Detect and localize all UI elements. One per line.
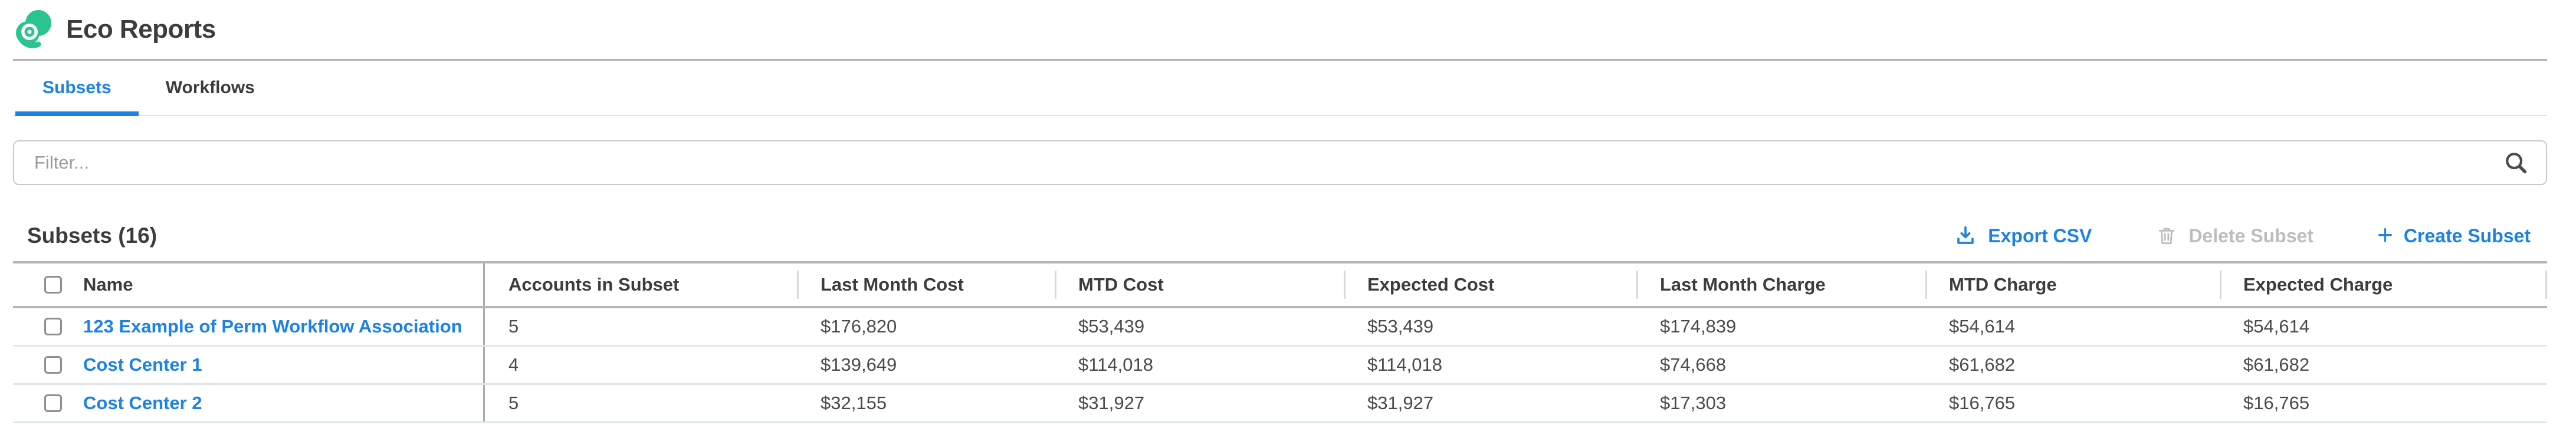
create-subset-button[interactable]: + Create Subset bbox=[2377, 223, 2531, 248]
name-cell: Cost Center 1 bbox=[13, 347, 485, 383]
table-header-row: Name Accounts in Subset Last Month Cost … bbox=[13, 261, 2547, 308]
plus-icon: + bbox=[2377, 221, 2393, 248]
expected-charge-cell: $61,682 bbox=[2220, 347, 2547, 383]
column-header-name: Name bbox=[13, 263, 485, 306]
export-csv-button[interactable]: Export CSV bbox=[1954, 224, 2092, 248]
last-month-cost-cell: $139,649 bbox=[797, 347, 1055, 383]
column-header-last-month-cost: Last Month Cost bbox=[797, 263, 1055, 306]
mtd-charge-cell: $16,765 bbox=[1925, 385, 2220, 421]
section-header: Subsets (16) Export CSV Delete Subset + … bbox=[13, 212, 2547, 259]
column-header-last-month-charge: Last Month Charge bbox=[1636, 263, 1925, 306]
export-csv-label: Export CSV bbox=[1988, 225, 2092, 247]
expected-charge-cell: $16,765 bbox=[2220, 385, 2547, 421]
filter-bar bbox=[13, 140, 2547, 185]
name-cell: 123 Example of Perm Workflow Association bbox=[13, 308, 485, 345]
create-subset-label: Create Subset bbox=[2404, 225, 2531, 247]
delete-subset-button[interactable]: Delete Subset bbox=[2155, 225, 2314, 247]
name-cell: Cost Center 2 bbox=[13, 385, 485, 421]
column-header-mtd-charge: MTD Charge bbox=[1925, 263, 2220, 306]
table-row: Cost Center 1 4 $139,649 $114,018 $114,0… bbox=[13, 347, 2547, 385]
mtd-charge-cell: $54,614 bbox=[1925, 308, 2220, 345]
subset-link[interactable]: Cost Center 1 bbox=[83, 354, 202, 375]
accounts-cell: 4 bbox=[485, 347, 797, 383]
download-icon bbox=[1954, 224, 1977, 248]
subset-link[interactable]: 123 Example of Perm Workflow Association bbox=[83, 316, 462, 337]
mtd-charge-cell: $61,682 bbox=[1925, 347, 2220, 383]
section-heading: Subsets (16) bbox=[13, 223, 157, 248]
column-header-expected-charge: Expected Charge bbox=[2220, 263, 2547, 306]
row-checkbox[interactable] bbox=[44, 318, 62, 335]
trash-icon bbox=[2155, 225, 2178, 247]
eco-logo-icon bbox=[13, 9, 53, 50]
search-icon bbox=[2502, 149, 2529, 176]
tab-workflows[interactable]: Workflows bbox=[139, 61, 282, 115]
tab-subsets[interactable]: Subsets bbox=[15, 61, 139, 115]
column-header-expected-cost: Expected Cost bbox=[1344, 263, 1636, 306]
accounts-cell: 5 bbox=[485, 385, 797, 421]
last-month-charge-cell: $17,303 bbox=[1636, 385, 1925, 421]
mtd-cost-cell: $31,927 bbox=[1055, 385, 1344, 421]
select-all-checkbox[interactable] bbox=[44, 276, 62, 294]
mtd-cost-cell: $114,018 bbox=[1055, 347, 1344, 383]
column-header-accounts: Accounts in Subset bbox=[485, 263, 797, 306]
subset-link[interactable]: Cost Center 2 bbox=[83, 393, 202, 414]
expected-cost-cell: $31,927 bbox=[1344, 385, 1636, 421]
row-checkbox[interactable] bbox=[44, 394, 62, 412]
table-row: Cost Center 2 5 $32,155 $31,927 $31,927 … bbox=[13, 385, 2547, 423]
column-header-mtd-cost: MTD Cost bbox=[1055, 263, 1344, 306]
last-month-charge-cell: $74,668 bbox=[1636, 347, 1925, 383]
column-header-name-label: Name bbox=[83, 274, 133, 295]
expected-charge-cell: $54,614 bbox=[2220, 308, 2547, 345]
page-title: Eco Reports bbox=[66, 15, 216, 44]
tab-subsets-label: Subsets bbox=[42, 78, 111, 98]
expected-cost-cell: $53,439 bbox=[1344, 308, 1636, 345]
last-month-charge-cell: $174,839 bbox=[1636, 308, 1925, 345]
table-actions: Export CSV Delete Subset + Create Subset bbox=[1954, 223, 2547, 248]
mtd-cost-cell: $53,439 bbox=[1055, 308, 1344, 345]
filter-input[interactable] bbox=[13, 140, 2547, 185]
table-row: 123 Example of Perm Workflow Association… bbox=[13, 308, 2547, 347]
tab-bar: Subsets Workflows bbox=[13, 59, 2547, 116]
last-month-cost-cell: $176,820 bbox=[797, 308, 1055, 345]
accounts-cell: 5 bbox=[485, 308, 797, 345]
eco-reports-page: Eco Reports Subsets Workflows Subsets (1… bbox=[0, 0, 2576, 425]
subsets-table: Name Accounts in Subset Last Month Cost … bbox=[13, 261, 2547, 423]
app-header: Eco Reports bbox=[13, 0, 216, 59]
last-month-cost-cell: $32,155 bbox=[797, 385, 1055, 421]
tab-workflows-label: Workflows bbox=[166, 78, 255, 98]
delete-subset-label: Delete Subset bbox=[2188, 225, 2314, 247]
row-checkbox[interactable] bbox=[44, 356, 62, 374]
expected-cost-cell: $114,018 bbox=[1344, 347, 1636, 383]
